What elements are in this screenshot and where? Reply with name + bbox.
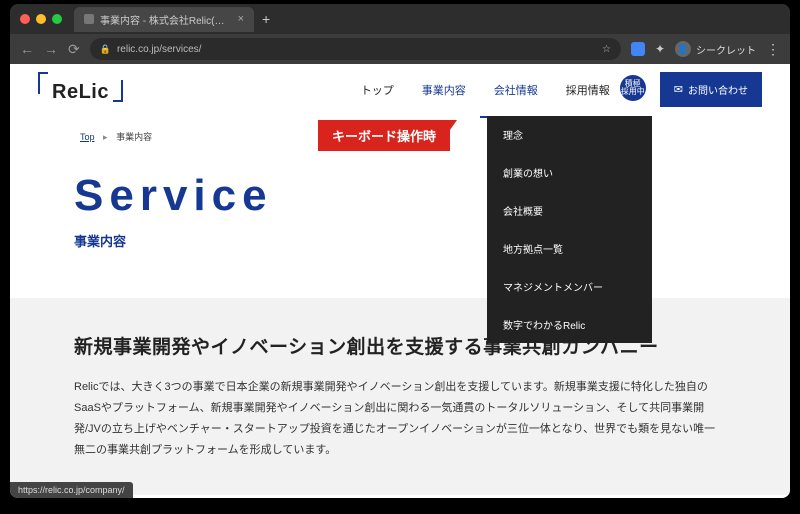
browser-toolbar: ← → ⟳ 🔒 relic.co.jp/services/ ☆ ✦ 👤 シークレ… — [10, 34, 790, 64]
incognito-indicator[interactable]: 👤 シークレット — [675, 41, 756, 57]
window-controls — [20, 14, 62, 24]
breadcrumb-home[interactable]: Top — [80, 132, 95, 142]
nav-item-company[interactable]: 会社情報 — [480, 64, 552, 118]
browser-menu-icon[interactable]: ⋮ — [766, 41, 780, 58]
dropdown-item-management[interactable]: マネジメントメンバー — [487, 267, 652, 305]
new-tab-button[interactable]: + — [262, 11, 270, 27]
incognito-label: シークレット — [696, 42, 756, 57]
star-icon[interactable]: ☆ — [602, 44, 611, 55]
logo-bracket-left — [38, 72, 48, 94]
titlebar: 事業内容 - 株式会社Relic(レリッ… × + — [10, 4, 790, 34]
keyboard-mode-label: キーボード操作時 — [318, 120, 450, 151]
close-window-button[interactable] — [20, 14, 30, 24]
extension-icon[interactable] — [631, 42, 645, 56]
nav-item-service[interactable]: 事業内容 — [408, 64, 480, 116]
page-viewport: ReLic トップ 事業内容 会社情報 採用情報 積極 採用中 ✉ お問い合わせ… — [10, 64, 790, 498]
dropdown-item-overview[interactable]: 会社概要 — [487, 191, 652, 229]
company-dropdown: 理念 創業の想い 会社概要 地方拠点一覧 マネジメントメンバー 数字でわかるRe… — [487, 116, 652, 343]
nav-item-recruit[interactable]: 採用情報 — [552, 64, 624, 116]
reload-button[interactable]: ⟳ — [68, 41, 80, 58]
nav-item-top[interactable]: トップ — [347, 64, 408, 116]
body-section: 新規事業開発やイノベーション創出を支援する事業共創カンパニー Relicでは、大… — [10, 298, 790, 495]
mail-icon: ✉ — [674, 83, 683, 96]
browser-tab[interactable]: 事業内容 - 株式会社Relic(レリッ… × — [74, 7, 254, 32]
forward-button[interactable]: → — [44, 41, 58, 57]
recruit-badge: 積極 採用中 — [620, 75, 646, 101]
contact-button[interactable]: ✉ お問い合わせ — [660, 72, 762, 107]
logo-bracket-right — [113, 80, 123, 102]
extensions-menu-icon[interactable]: ✦ — [655, 42, 665, 56]
dropdown-item-numbers[interactable]: 数字でわかるRelic — [487, 305, 652, 343]
minimize-window-button[interactable] — [36, 14, 46, 24]
browser-window: 事業内容 - 株式会社Relic(レリッ… × + ← → ⟳ 🔒 relic.… — [10, 4, 790, 498]
tab-favicon — [84, 14, 94, 24]
hero: Service 事業内容 — [10, 143, 790, 298]
main-nav: トップ 事業内容 会社情報 採用情報 積極 採用中 ✉ お問い合わせ — [347, 64, 762, 116]
tab-title: 事業内容 - 株式会社Relic(レリッ… — [100, 12, 232, 27]
url-text: relic.co.jp/services/ — [117, 44, 596, 55]
logo-text: ReLic — [52, 81, 109, 104]
site-header: ReLic トップ 事業内容 会社情報 採用情報 積極 採用中 ✉ お問い合わせ — [10, 64, 790, 116]
tab-close-icon[interactable]: × — [238, 13, 244, 25]
breadcrumb-current: 事業内容 — [116, 132, 152, 142]
lock-icon: 🔒 — [100, 44, 111, 55]
back-button[interactable]: ← — [20, 41, 34, 57]
maximize-window-button[interactable] — [52, 14, 62, 24]
incognito-icon: 👤 — [675, 41, 691, 57]
status-bar: https://relic.co.jp/company/ — [10, 482, 133, 498]
address-bar[interactable]: 🔒 relic.co.jp/services/ ☆ — [90, 38, 621, 60]
dropdown-item-founding[interactable]: 創業の想い — [487, 153, 652, 191]
dropdown-item-locations[interactable]: 地方拠点一覧 — [487, 229, 652, 267]
contact-label: お問い合わせ — [688, 82, 748, 97]
dropdown-item-philosophy[interactable]: 理念 — [487, 116, 652, 153]
breadcrumb-separator: ▸ — [103, 132, 108, 142]
section-text: Relicでは、大きく3つの事業で日本企業の新規事業開発やイノベーション創出を支… — [74, 377, 726, 461]
logo[interactable]: ReLic — [38, 76, 123, 104]
